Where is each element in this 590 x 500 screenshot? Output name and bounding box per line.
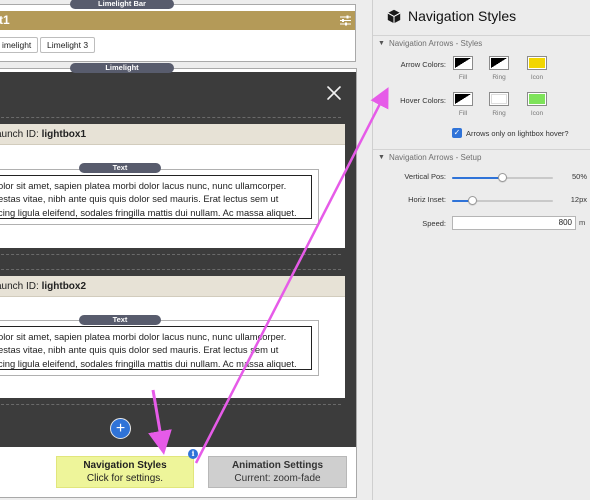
- text-line: cing ligula eleifend, sodales fringilla …: [0, 206, 297, 218]
- speed-unit-label: m: [579, 218, 586, 227]
- hover-only-checkbox[interactable]: ✓: [452, 128, 462, 138]
- divider: [0, 117, 341, 118]
- ring-label: Ring: [492, 74, 506, 81]
- sliders-icon[interactable]: [340, 15, 351, 26]
- hover-fill-swatch[interactable]: [453, 92, 473, 106]
- speed-input[interactable]: 800: [452, 216, 576, 230]
- limelight-chip[interactable]: imelight: [0, 37, 39, 53]
- hover-icon-swatch[interactable]: [527, 92, 547, 106]
- inspector-title: Navigation Styles: [408, 8, 517, 24]
- checkmark-icon: ✓: [453, 128, 461, 137]
- text-line: olor sit amet, sapien platea morbi dolor…: [0, 180, 287, 191]
- text-line: olor sit amet, sapien platea morbi dolor…: [0, 331, 287, 342]
- section-title: Navigation Arrows - Styles: [388, 39, 483, 48]
- limelight-tag: Limelight: [70, 63, 174, 73]
- text-block[interactable]: olor sit amet, sapien platea morbi dolor…: [0, 169, 319, 225]
- launch-id-value: lightbox1: [41, 129, 87, 140]
- launch-id-label: aunch ID: lightbox1: [0, 124, 345, 145]
- hover-colors-label: Hover Colors:: [400, 96, 446, 105]
- fill-label: Fill: [458, 110, 468, 117]
- vertical-pos-slider[interactable]: [452, 173, 553, 182]
- navigation-styles-button[interactable]: Navigation Styles Click for settings.: [56, 456, 194, 488]
- launch-id-value: lightbox2: [41, 281, 87, 292]
- vertical-pos-label: Vertical Pos:: [404, 172, 446, 181]
- slider-thumb[interactable]: [498, 173, 507, 182]
- animation-settings-title: Animation Settings: [231, 460, 324, 471]
- section-header-setup[interactable]: ▼ Navigation Arrows - Setup: [378, 153, 590, 162]
- slider-thumb[interactable]: [467, 196, 477, 205]
- arrow-fill-swatch[interactable]: [453, 56, 473, 70]
- animation-settings-subtitle: Current: zoom-fade: [234, 473, 321, 484]
- hover-only-checkbox-row[interactable]: ✓ Arrows only on lightbox hover?: [452, 128, 569, 138]
- text-line: estas vitae, nibh ante quis quis dolor s…: [0, 344, 279, 356]
- plus-icon: +: [115, 420, 126, 437]
- body-text: olor sit amet, sapien platea morbi dolor…: [0, 175, 312, 219]
- arrow-icon-swatch[interactable]: [527, 56, 547, 70]
- speed-unit[interactable]: m: [579, 218, 585, 227]
- hover-ring-swatch[interactable]: [489, 92, 509, 106]
- section-header-styles[interactable]: ▼ Navigation Arrows - Styles: [378, 39, 590, 48]
- limelight-bar-tag: Limelight Bar: [70, 0, 174, 9]
- arrow-ring-swatch[interactable]: [489, 56, 509, 70]
- horiz-inset-slider[interactable]: [452, 196, 553, 205]
- vertical-pos-value: 50%: [571, 172, 587, 181]
- swatch-color: [455, 94, 471, 104]
- divider: [0, 254, 341, 255]
- inspector-panel: Navigation Styles ▼ Navigation Arrows - …: [372, 0, 590, 500]
- speed-label: Speed:: [422, 219, 446, 228]
- swatch-color: [529, 58, 545, 68]
- add-button[interactable]: +: [110, 418, 131, 439]
- limelight-bar-header[interactable]: t1: [0, 11, 355, 30]
- limelight-chip[interactable]: Limelight 3: [40, 37, 96, 53]
- divider: [0, 269, 341, 270]
- limelight-bar-frame[interactable]: t1: [0, 4, 356, 62]
- horiz-inset-label: Horiz Inset:: [408, 195, 446, 204]
- checkbox-label: Arrows only on lightbox hover?: [466, 128, 569, 138]
- limelight-bar-title: t1: [0, 13, 10, 27]
- icon-label: Icon: [530, 74, 544, 81]
- animation-settings-button[interactable]: Animation Settings Current: zoom-fade: [208, 456, 347, 488]
- disclosure-triangle-icon[interactable]: ▼: [378, 40, 385, 47]
- horiz-inset-value: 12px: [570, 195, 587, 204]
- text-tag: Text: [79, 163, 161, 173]
- cube-icon: [387, 9, 401, 23]
- info-icon[interactable]: i: [188, 449, 198, 459]
- slider-fill: [452, 177, 503, 179]
- divider: [0, 404, 341, 405]
- swatch-color: [491, 58, 507, 68]
- text-line: estas vitae, nibh ante quis quis dolor s…: [0, 193, 279, 205]
- divider: [373, 35, 590, 36]
- icon-label: Icon: [530, 110, 544, 117]
- arrow-colors-label: Arrow Colors:: [400, 60, 446, 69]
- text-line: cing ligula eleifend, sodales fringilla …: [0, 357, 297, 369]
- text-tag: Text: [79, 315, 161, 325]
- launch-id-label: aunch ID: lightbox2: [0, 276, 345, 297]
- navigation-styles-title: Navigation Styles: [83, 460, 167, 471]
- navigation-styles-subtitle: Click for settings.: [86, 473, 164, 484]
- body-text: olor sit amet, sapien platea morbi dolor…: [0, 326, 312, 370]
- text-block[interactable]: olor sit amet, sapien platea morbi dolor…: [0, 320, 319, 376]
- inspector-header: Navigation Styles: [387, 6, 516, 26]
- swatch-color: [529, 94, 545, 104]
- disclosure-triangle-icon[interactable]: ▼: [378, 154, 385, 161]
- section-title: Navigation Arrows - Setup: [388, 153, 482, 162]
- divider: [373, 149, 590, 150]
- fill-label: Fill: [458, 74, 468, 81]
- close-icon[interactable]: [325, 84, 343, 102]
- ring-label: Ring: [492, 110, 506, 117]
- editor-canvas: t1 Limelight Bar imelight Limelight 3 Li…: [0, 0, 372, 500]
- swatch-color: [491, 94, 507, 104]
- swatch-color: [455, 58, 471, 68]
